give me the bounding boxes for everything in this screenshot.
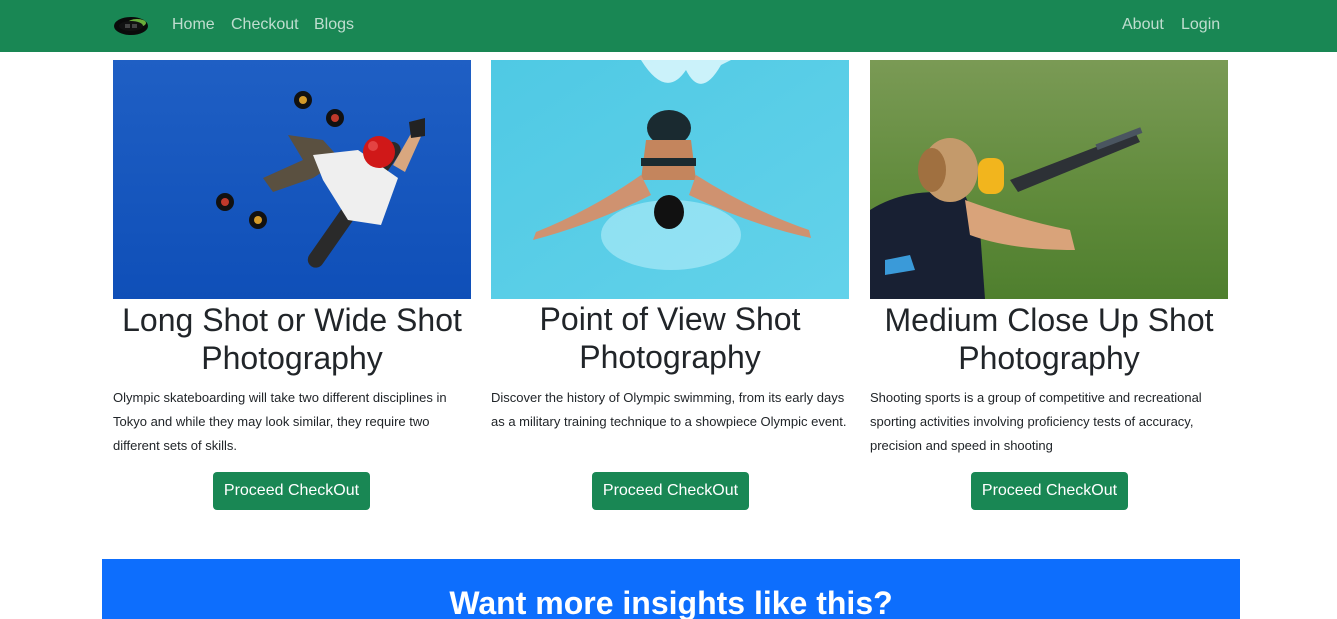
card-description: Shooting sports is a group of competitiv…	[870, 390, 1202, 453]
card-title: Long Shot or Wide Shot Photography	[122, 302, 462, 376]
navbar: Home Checkout Blogs About Login	[0, 0, 1337, 52]
nav-login-link[interactable]: Login	[1181, 16, 1220, 34]
card-title: Medium Close Up Shot Photography	[884, 302, 1214, 376]
nav-about-link[interactable]: About	[1122, 16, 1164, 34]
card-title: Point of View Shot Photography	[539, 301, 801, 375]
site-logo-icon[interactable]	[113, 15, 149, 37]
card-description: Discover the history of Olympic swimming…	[491, 390, 847, 429]
card-description: Olympic skateboarding will take two diff…	[113, 390, 447, 453]
proceed-checkout-button[interactable]: Proceed CheckOut	[971, 472, 1128, 510]
nav-blogs-link[interactable]: Blogs	[314, 16, 354, 34]
swimmer-butterfly-stroke-photo	[491, 60, 849, 299]
skateboarder-in-air-photo	[113, 60, 471, 299]
nav-home-link[interactable]: Home	[172, 16, 215, 34]
insights-banner: Want more insights like this?	[102, 559, 1240, 619]
proceed-checkout-button[interactable]: Proceed CheckOut	[213, 472, 370, 510]
trap-shooter-aiming-photo	[870, 60, 1228, 299]
nav-checkout-link[interactable]: Checkout	[231, 16, 299, 34]
proceed-checkout-button[interactable]: Proceed CheckOut	[592, 472, 749, 510]
banner-title: Want more insights like this?	[449, 585, 893, 619]
